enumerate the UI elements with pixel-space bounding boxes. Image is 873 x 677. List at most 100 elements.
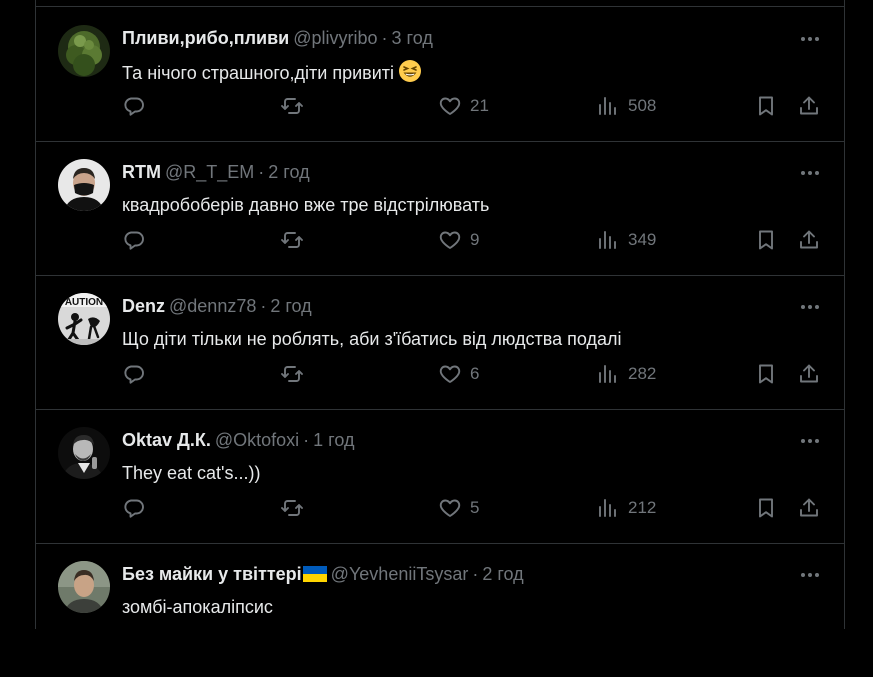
avatar[interactable]: AUTION [58,293,110,345]
share-button[interactable] [797,495,821,521]
display-name[interactable]: RTM [122,162,161,182]
reply-icon [124,499,144,518]
retweet-button[interactable] [280,361,312,387]
views-button[interactable]: 282 [596,361,656,387]
display-name[interactable]: Без майки у твіттері [122,564,302,584]
more-dots-icon[interactable] [798,295,822,319]
retweet-button[interactable] [280,227,312,253]
display-name[interactable]: Пливи,рибо,пливи [122,28,289,48]
timestamp[interactable]: 2 год [482,564,523,584]
tweet-header: Пливи,рибо,пливи @plivyribo · 3 год [122,27,433,49]
user-handle[interactable]: @R_T_EM [165,162,254,182]
bookmark-icon [759,96,773,116]
tweet-text: зомбі-апокаліпсис [122,595,273,619]
separator-dot: · [381,28,388,48]
like-button[interactable]: 21 [438,93,489,119]
share-button[interactable] [797,227,821,253]
views-count: 349 [628,230,657,249]
retweet-button[interactable] [280,495,312,521]
views-button[interactable]: 508 [596,93,656,119]
reply-icon [124,365,144,384]
tweet-text: They eat cat's...)) [122,461,260,485]
tweet-header: Oktav Д.К. @Oktofoxi · 1 год [122,429,354,451]
user-handle[interactable]: @YevheniiTsysar [331,564,469,584]
tweet-text-content: квадробоберів давно вже тре відстрілюват… [122,195,490,215]
timestamp[interactable]: 2 год [268,162,309,182]
share-button[interactable] [797,361,821,387]
like-button[interactable]: 5 [438,495,479,521]
reply-button[interactable] [122,93,154,119]
heart-icon [439,499,461,517]
tweet-text-content: зомбі-апокаліпсис [122,597,273,617]
views-chart-icon [599,365,616,383]
tweet-header: Denz @dennz78 · 2 год [122,295,312,317]
tweet-text: квадробоберів давно вже тре відстрілюват… [122,193,489,217]
tweet-actions: 21 508 [122,93,822,119]
tweet-text: Що діти тільки не роблять, аби з'їбатись… [122,327,622,351]
bookmark-icon [759,364,773,384]
tweet-header: Без майки у твіттері @YevheniiTsysar · 2 го… [122,563,524,585]
user-handle[interactable]: @Oktofoxi [215,430,299,450]
tweet-actions: 9 349 [122,227,822,253]
ukraine-flag-icon [302,566,327,582]
separator-dot: · [303,430,310,450]
bookmark-button[interactable] [754,361,778,387]
views-count: 508 [628,96,657,115]
more-dots-icon[interactable] [798,161,822,185]
share-button[interactable] [797,93,821,119]
tweet[interactable]: AUTION Denz @dennz78 · 2 год Що діти тільки… [36,275,844,410]
display-name[interactable]: Denz [122,296,165,316]
more-dots-icon[interactable] [798,429,822,453]
reply-button[interactable] [122,495,154,521]
retweet-button[interactable] [280,93,312,119]
caution-sign-text: AUTION [65,297,103,308]
tweet[interactable]: Без майки у твіттері @YevheniiTsysar · 2 го… [36,543,844,677]
views-button[interactable]: 349 [596,227,656,253]
heart-icon [439,365,461,383]
avatar[interactable] [58,561,110,613]
display-name[interactable]: Oktav Д.К. [122,430,211,450]
tweet-text-content: Що діти тільки не роблять, аби з'їбатись… [122,329,622,349]
views-chart-icon [599,499,616,517]
timeline-column: Пливи,рибо,пливи @plivyribo · 3 год Та нічо… [35,0,845,629]
avatar[interactable] [58,427,110,479]
tweet[interactable]: Oktav Д.К. @Oktofoxi · 1 год They eat cat's… [36,409,844,544]
user-handle[interactable]: @dennz78 [169,296,256,316]
timestamp[interactable]: 1 год [313,430,354,450]
like-count: 21 [470,96,489,115]
tweet-text-content: They eat cat's...)) [122,463,261,483]
separator-dot: · [472,564,479,584]
timestamp[interactable]: 3 год [392,28,433,48]
tweet[interactable]: Пливи,рибо,пливи @plivyribo · 3 год Та нічо… [36,7,844,142]
tweet[interactable]: RTM @R_T_EM · 2 год квадробоберів давно вже… [36,141,844,276]
bookmark-button[interactable] [754,227,778,253]
bookmark-button[interactable] [754,93,778,119]
reply-button[interactable] [122,227,154,253]
separator-dot: · [258,162,265,182]
reply-icon [124,97,144,116]
bookmark-button[interactable] [754,495,778,521]
heart-icon [439,231,461,249]
like-count: 6 [470,364,480,383]
reply-button[interactable] [122,361,154,387]
bookmark-icon [759,230,773,250]
more-dots-icon[interactable] [798,27,822,51]
retweet-icon [281,232,303,248]
more-dots-icon[interactable] [798,563,822,587]
heart-icon [439,97,461,115]
views-button[interactable]: 212 [596,495,656,521]
retweet-icon [281,98,303,114]
tweet-actions: 6 282 [122,361,822,387]
tweet-actions: 5 212 [122,495,822,521]
views-count: 212 [628,498,657,517]
timestamp[interactable]: 2 год [270,296,311,316]
avatar[interactable] [58,25,110,77]
like-button[interactable]: 6 [438,361,479,387]
views-count: 282 [628,364,657,383]
user-handle[interactable]: @plivyribo [293,28,377,48]
tweet-text-content: Та нічого страшного,діти привиті [122,63,395,83]
avatar[interactable] [58,159,110,211]
share-icon [800,498,818,517]
share-icon [800,230,818,249]
like-button[interactable]: 9 [438,227,479,253]
